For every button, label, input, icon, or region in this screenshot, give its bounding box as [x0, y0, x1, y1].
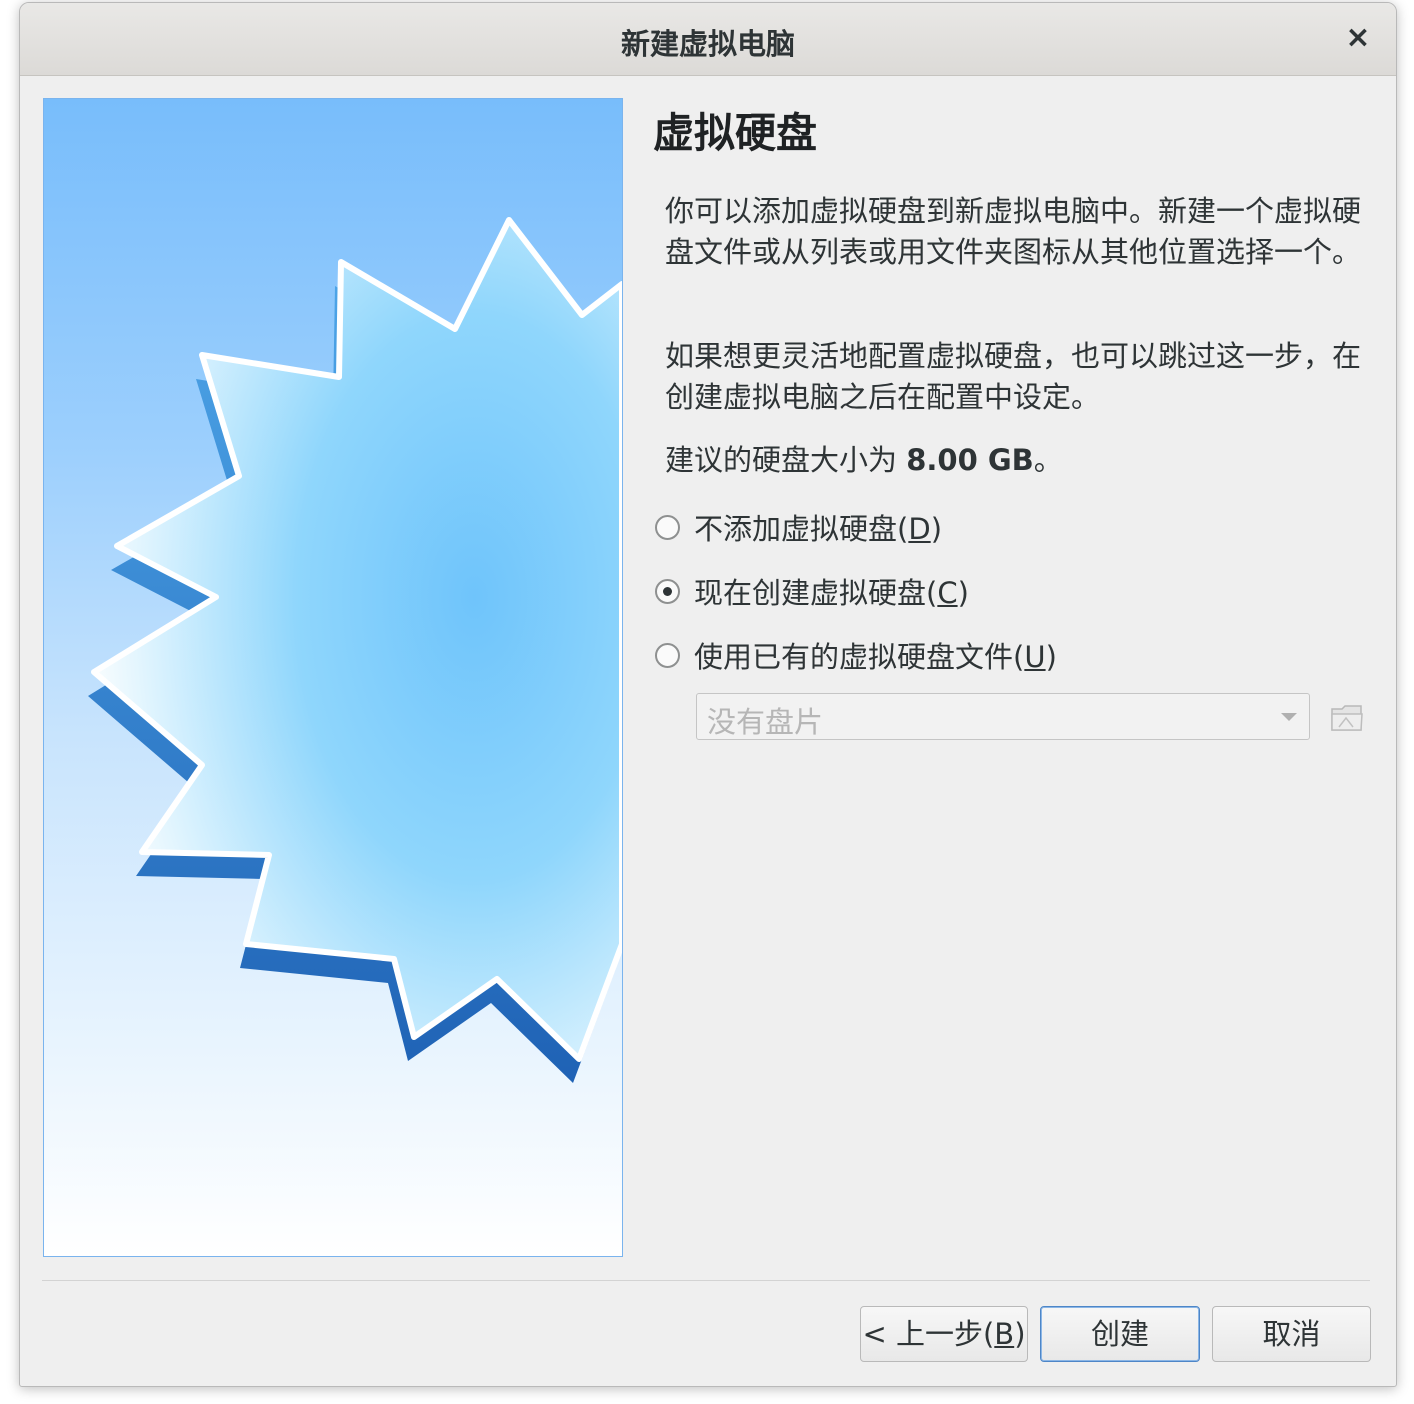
wizard-watermark-image	[43, 98, 623, 1257]
choose-disk-file-button[interactable]	[1330, 701, 1364, 733]
radio-button-create-disk[interactable]	[655, 578, 680, 604]
mnemonic-c: C	[937, 576, 958, 610]
hint-paragraph: 如果想更灵活地配置虚拟硬盘，也可以跳过这一步，在创建虚拟电脑之后在配置中设定。	[665, 339, 1362, 414]
radio-create-disk[interactable]: 现在创建虚拟硬盘(C)	[655, 571, 969, 611]
radio-create-disk-label: 现在创建虚拟硬盘(C)	[694, 576, 969, 610]
mnemonic-b: B	[994, 1317, 1015, 1351]
folder-open-icon	[1331, 705, 1363, 731]
page-title: 虚拟硬盘	[653, 109, 817, 157]
window-title: 新建虚拟电脑	[620, 27, 795, 61]
recommended-size-prefix: 建议的硬盘大小为	[665, 443, 907, 477]
description-paragraph: 你可以添加虚拟硬盘到新虚拟电脑中。新建一个虚拟硬盘文件或从列表或用文件夹图标从其…	[665, 194, 1362, 269]
chevron-down-icon	[1281, 713, 1297, 721]
radio-button-existing-disk[interactable]	[655, 642, 680, 668]
starburst-graphic	[88, 217, 622, 1083]
radio-existing-disk-text: 使用已有的虚拟硬盘文件	[694, 640, 1014, 674]
recommended-size-value: 8.00 GB	[906, 443, 1034, 477]
radio-existing-disk[interactable]: 使用已有的虚拟硬盘文件(U)	[655, 635, 1057, 675]
back-button-text: < 上一步(	[862, 1317, 995, 1351]
back-button-close-paren: )	[1014, 1317, 1026, 1351]
mnemonic-d: D	[908, 512, 931, 546]
radio-no-disk-label: 不添加虚拟硬盘(D)	[694, 512, 943, 546]
radio-no-disk[interactable]: 不添加虚拟硬盘(D)	[655, 507, 942, 547]
recommended-size-suffix: 。	[1033, 443, 1063, 477]
disk-select-value: 没有盘片	[707, 705, 824, 739]
close-button[interactable]: ×	[1342, 21, 1374, 55]
close-icon: ×	[1345, 20, 1371, 55]
radio-no-disk-text: 不添加虚拟硬盘	[694, 512, 898, 546]
back-button[interactable]: < 上一步(B)	[860, 1306, 1028, 1362]
button-area-divider	[42, 1280, 1370, 1281]
radio-create-disk-text: 现在创建虚拟硬盘	[694, 576, 927, 610]
dialog-window: 新建虚拟电脑 × 虚拟硬盘 你可以添加虚拟硬盘到新虚拟电脑中。新建一个虚拟硬盘文…	[19, 2, 1397, 1387]
recommended-size-text: 建议的硬盘大小为 8.00 GB。	[665, 440, 1365, 481]
mnemonic-u: U	[1024, 640, 1046, 674]
create-button[interactable]: 创建	[1040, 1306, 1200, 1362]
cancel-button[interactable]: 取消	[1212, 1306, 1371, 1362]
radio-existing-disk-label: 使用已有的虚拟硬盘文件(U)	[694, 640, 1057, 674]
radio-button-no-disk[interactable]	[655, 514, 680, 540]
title-bar: 新建虚拟电脑 ×	[20, 3, 1396, 76]
disk-select-dropdown[interactable]: 没有盘片	[696, 693, 1310, 740]
